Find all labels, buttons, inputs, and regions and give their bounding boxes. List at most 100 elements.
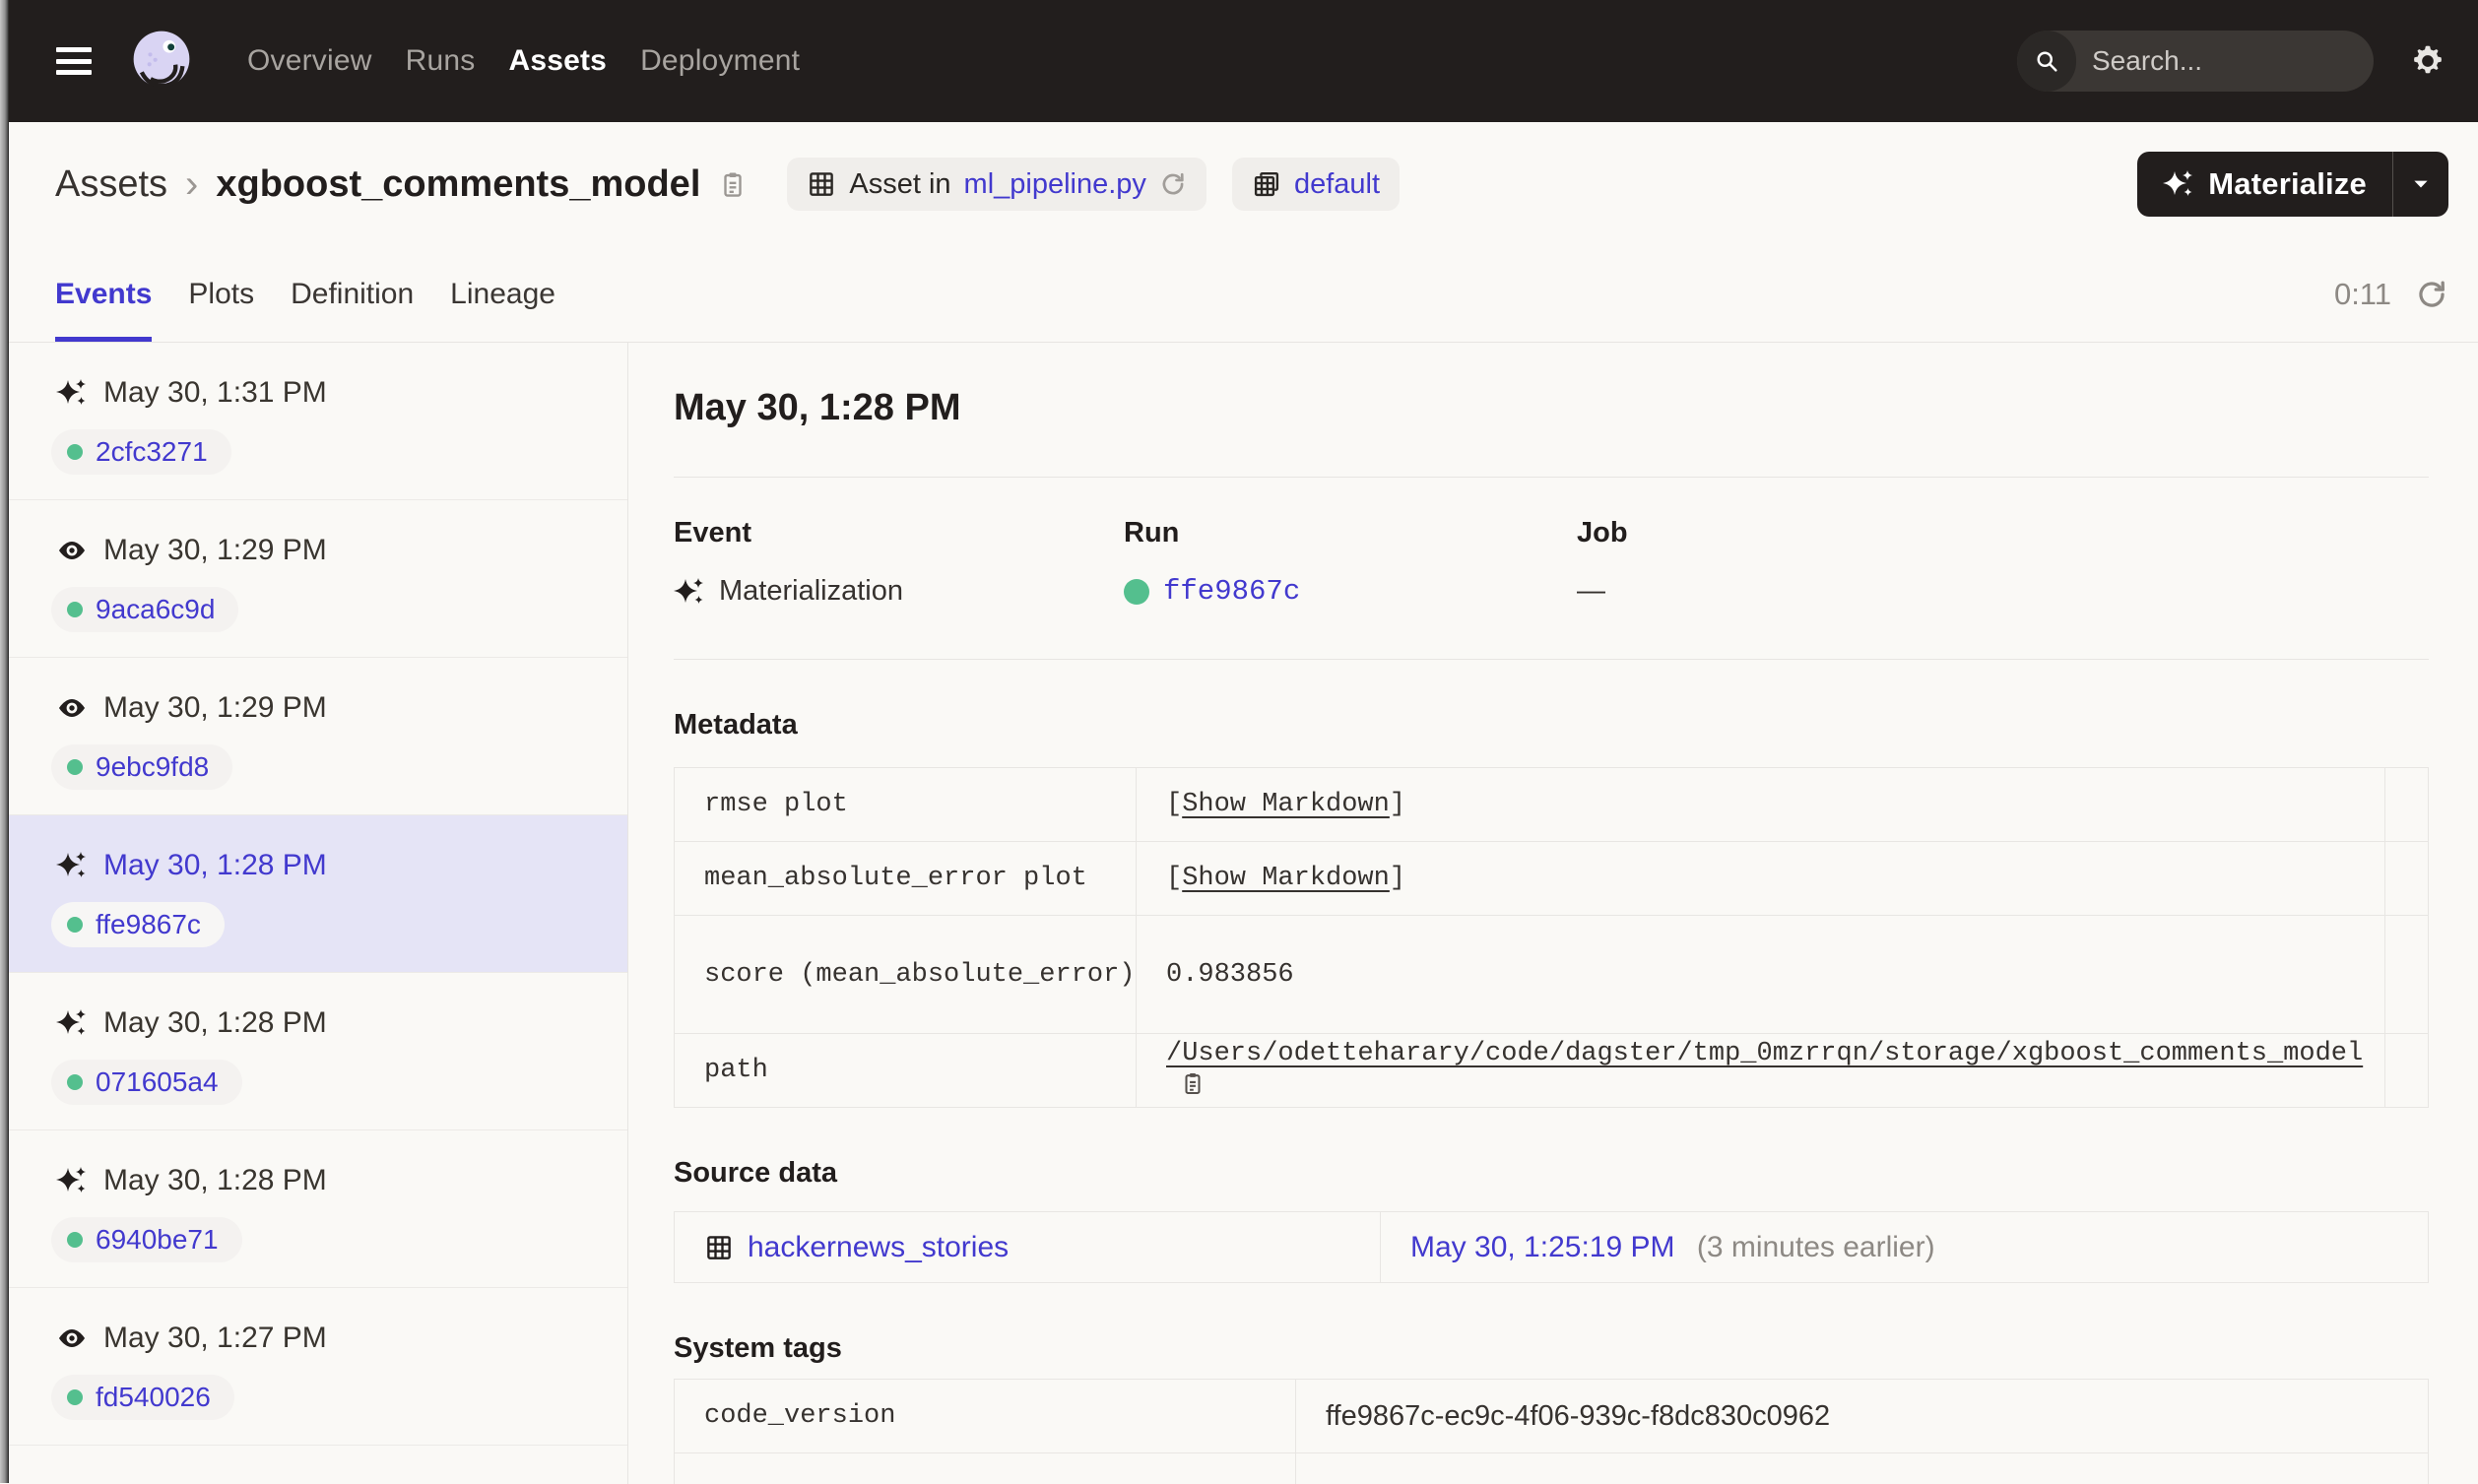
tab-plots[interactable]: Plots	[188, 246, 254, 342]
event-timestamp: May 30, 1:28 PM	[103, 1006, 327, 1040]
tab-events[interactable]: Events	[55, 246, 152, 342]
run-id-label: 2cfc3271	[96, 436, 208, 468]
event-list: May 30, 1:31 PM 2cfc3271 May 30, 1:29 PM…	[0, 343, 628, 1484]
event-list-item[interactable]: May 30, 1:28 PM 6940be71	[0, 1130, 627, 1288]
reload-location-icon[interactable]	[1159, 170, 1187, 198]
event-list-item[interactable]: May 30, 1:29 PM 9aca6c9d	[0, 500, 627, 658]
job-column-label: Job	[1577, 517, 2429, 549]
materialize-split-button: Materialize	[2137, 152, 2448, 217]
gear-icon[interactable]	[2411, 44, 2445, 78]
metadata-key: score (mean_absolute_error)	[675, 916, 1137, 1034]
nav-item-runs[interactable]: Runs	[406, 44, 476, 78]
asset-grid-icon	[704, 1233, 734, 1262]
primary-nav: Overview Runs Assets Deployment	[247, 44, 800, 78]
dagster-logo[interactable]	[125, 25, 198, 97]
run-status-dot	[1124, 579, 1149, 605]
source-relative-note: (3 minutes earlier)	[1697, 1231, 1935, 1263]
repository-badge[interactable]: default	[1232, 158, 1400, 211]
top-nav: Overview Runs Assets Deployment /	[0, 0, 2478, 122]
event-list-item[interactable]: May 30, 1:31 PM 2cfc3271	[0, 343, 627, 500]
breadcrumb-separator: ›	[185, 162, 198, 207]
materialize-dropdown-button[interactable]	[2393, 152, 2448, 217]
run-id-badge[interactable]: fd540026	[51, 1375, 234, 1420]
materialization-icon	[56, 1007, 88, 1039]
event-detail-title: May 30, 1:28 PM	[674, 386, 2429, 429]
event-column-label: Event	[674, 517, 1124, 549]
path-link[interactable]: /Users/odetteharary/code/dagster/tmp_0mz…	[1166, 1039, 2363, 1068]
run-id-label: fd540026	[96, 1382, 211, 1413]
hamburger-menu-icon[interactable]	[56, 47, 92, 75]
search-input[interactable]	[2076, 45, 2374, 77]
run-id-badge[interactable]: 2cfc3271	[51, 429, 231, 475]
search-icon	[2017, 31, 2076, 92]
run-id-badge[interactable]: 071605a4	[51, 1060, 242, 1105]
repository-link[interactable]: default	[1294, 168, 1380, 201]
event-list-item[interactable]: May 30, 1:28 PM 071605a4	[0, 973, 627, 1130]
tab-lineage[interactable]: Lineage	[450, 246, 555, 342]
global-search[interactable]: /	[2017, 31, 2374, 92]
system-tag-row: code_versionffe9867c-ec9c-4f06-939c-f8dc…	[675, 1380, 2429, 1453]
run-id-badge[interactable]: 9aca6c9d	[51, 587, 238, 632]
run-status-dot	[67, 917, 83, 933]
run-status-dot	[67, 759, 83, 775]
nav-item-overview[interactable]: Overview	[247, 44, 372, 78]
run-id-badge[interactable]: 6940be71	[51, 1217, 242, 1262]
code-location-link[interactable]: ml_pipeline.py	[964, 168, 1146, 201]
source-timestamp-link[interactable]: May 30, 1:25:19 PM	[1410, 1231, 1674, 1263]
materialize-button[interactable]: Materialize	[2137, 152, 2392, 217]
breadcrumb-assets-link[interactable]: Assets	[55, 163, 167, 206]
metadata-heading: Metadata	[674, 709, 2429, 742]
event-timestamp: May 30, 1:28 PM	[103, 1164, 327, 1197]
eye-icon	[56, 692, 88, 724]
metadata-value: [Show Markdown]	[1137, 842, 2385, 916]
run-status-dot	[67, 444, 83, 460]
run-status-dot	[67, 1074, 83, 1090]
run-id-label: ffe9867c	[96, 909, 201, 940]
event-timestamp: May 30, 1:29 PM	[103, 534, 327, 567]
run-status-dot	[67, 1389, 83, 1405]
run-id-link[interactable]: ffe9867c	[1163, 575, 1300, 608]
chevron-down-icon	[2410, 173, 2432, 195]
event-timestamp: May 30, 1:31 PM	[103, 376, 327, 410]
run-id-badge[interactable]: ffe9867c	[51, 902, 225, 947]
run-id-label: 6940be71	[96, 1224, 219, 1256]
asset-header: Assets › xgboost_comments_model Asset in…	[0, 122, 2478, 246]
metadata-table-body: rmse plot[Show Markdown]mean_absolute_er…	[675, 768, 2429, 1108]
event-list-item[interactable]: May 30, 1:28 PM ffe9867c	[0, 815, 627, 973]
event-timestamp: May 30, 1:29 PM	[103, 691, 327, 725]
materialization-icon	[56, 850, 88, 881]
materialization-icon	[674, 576, 705, 608]
refresh-icon[interactable]	[2415, 278, 2448, 311]
metadata-row: rmse plot[Show Markdown]	[675, 768, 2429, 842]
nav-item-assets[interactable]: Assets	[508, 44, 607, 78]
event-list-item[interactable]: May 30, 1:29 PM 9ebc9fd8	[0, 658, 627, 815]
nav-item-deployment[interactable]: Deployment	[640, 44, 800, 78]
source-data-row: hackernews_stories May 30, 1:25:19 PM (3…	[675, 1212, 2429, 1283]
run-column-label: Run	[1124, 517, 1577, 549]
materialize-label: Materialize	[2208, 166, 2367, 202]
code-location-badge[interactable]: Asset in ml_pipeline.py	[787, 158, 1206, 211]
run-id-badge[interactable]: 9ebc9fd8	[51, 744, 232, 790]
metadata-row: mean_absolute_error plot[Show Markdown]	[675, 842, 2429, 916]
code-location-prefix: Asset in	[849, 168, 950, 201]
event-detail-panel: May 30, 1:28 PM Event Materialization Ru…	[628, 343, 2478, 1484]
tab-definition[interactable]: Definition	[291, 246, 414, 342]
job-value: —	[1577, 575, 1605, 608]
window-edge	[0, 0, 9, 1483]
source-asset-link[interactable]: hackernews_stories	[704, 1231, 1380, 1264]
repo-icon	[1252, 169, 1281, 199]
metadata-value: /Users/odetteharary/code/dagster/tmp_0mz…	[1137, 1034, 2385, 1108]
copy-asset-name-icon[interactable]	[718, 167, 748, 201]
system-tag-value: ffe9867c-ec9c-4f06-939c-f8dc830c0962	[1296, 1380, 2429, 1453]
source-data-table: hackernews_stories May 30, 1:25:19 PM (3…	[674, 1211, 2429, 1283]
event-list-item[interactable]: May 30, 1:27 PM fd540026	[0, 1288, 627, 1446]
show-markdown-link[interactable]: Show Markdown	[1182, 790, 1390, 819]
copy-path-icon[interactable]	[1180, 1068, 1206, 1098]
asset-name-title: xgboost_comments_model	[216, 163, 700, 206]
asset-grid-icon	[807, 169, 836, 199]
system-tags-table: code_versionffe9867c-ec9c-4f06-939c-f8dc…	[674, 1379, 2429, 1484]
run-id-label: 9ebc9fd8	[96, 751, 209, 783]
system-tags-body: code_versionffe9867c-ec9c-4f06-939c-f8dc…	[675, 1380, 2429, 1484]
eye-icon	[56, 535, 88, 566]
show-markdown-link[interactable]: Show Markdown	[1182, 864, 1390, 893]
